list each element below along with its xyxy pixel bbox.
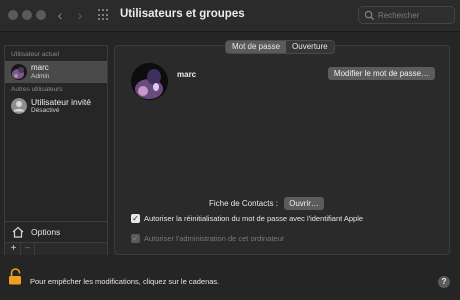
search-input[interactable]: Rechercher [358,6,455,24]
avatar [11,64,27,80]
close-window-button[interactable] [8,10,18,20]
contacts-card-label: Fiche de Contacts : [209,199,278,208]
sidebar-toolbar: + − [5,242,107,255]
guest-avatar-icon [11,98,27,114]
minimize-window-button[interactable] [22,10,32,20]
sidebar-item-guest[interactable]: Utilisateur invité Désactivé [5,95,107,117]
checkbox-label: Autoriser l'administration de cet ordina… [144,234,285,243]
options-button[interactable]: Options [5,224,107,240]
change-password-button[interactable]: Modifier le mot de passe… [328,67,435,80]
checkbox: ✓ [131,234,140,243]
checkbox-label: Autoriser la réinitialisation du mot de … [144,214,364,223]
chevron-right-icon[interactable]: › [72,7,88,23]
remove-user-button[interactable]: − [21,243,35,255]
user-name: marc [177,70,197,79]
tab-password[interactable]: Mot de passe [226,41,287,53]
checkbox[interactable]: ✓ [131,214,140,223]
tab-bar: Mot de passe Ouverture [225,40,335,54]
open-contacts-button[interactable]: Ouvrir… [284,197,324,210]
divider [5,221,107,222]
lock-icon[interactable] [8,268,23,285]
title-bar: ‹ › Utilisateurs et groupes Rechercher [0,0,460,32]
section-label-current-user: Utilisateur actuel [11,51,60,58]
chevron-left-icon[interactable]: ‹ [52,7,68,23]
section-label-other-users: Autres utilisateurs [11,86,63,93]
app-window: ‹ › Utilisateurs et groupes Rechercher U… [0,0,460,300]
options-label: Options [31,227,61,237]
search-placeholder: Rechercher [378,11,420,20]
search-icon [364,10,375,21]
sidebar-item-role: Désactivé [31,107,60,114]
profile-picture[interactable] [131,63,168,100]
zoom-window-button[interactable] [36,10,46,20]
help-button[interactable]: ? [438,276,450,288]
sidebar-item-marc[interactable]: marc Admin [5,61,107,83]
sidebar-item-role: Admin [31,73,50,80]
sidebar: Utilisateur actuel marc Admin Autres uti… [4,45,108,255]
sidebar-item-name: Utilisateur invité [31,97,91,107]
tab-login[interactable]: Ouverture [286,41,334,53]
window-title: Utilisateurs et groupes [120,8,245,20]
sidebar-item-name: marc [31,63,49,72]
add-user-button[interactable]: + [7,243,21,255]
lock-hint-text: Pour empêcher les modifications, cliquez… [30,277,220,286]
grid-icon[interactable] [98,9,110,21]
home-icon [12,226,24,238]
